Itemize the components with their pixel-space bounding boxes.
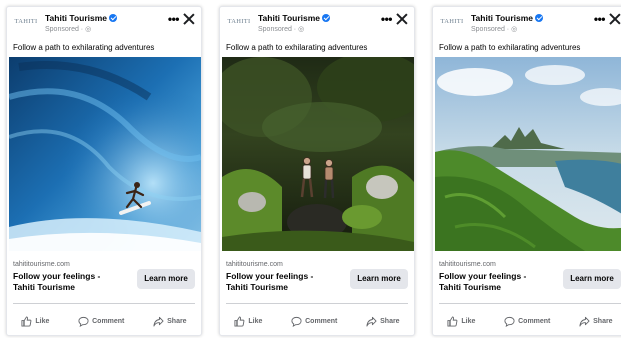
more-options-icon[interactable]: ••• xyxy=(168,12,180,26)
more-options-icon[interactable]: ••• xyxy=(594,12,606,26)
comment-button[interactable]: Comment xyxy=(504,316,550,327)
divider xyxy=(439,303,621,304)
ad-card-peaks: TAHITI Tahiti Tourisme Sponsored · ◎ •••… xyxy=(432,6,621,336)
comment-bubble-icon xyxy=(291,316,302,327)
verified-badge-icon xyxy=(322,14,331,22)
sponsored-label: Sponsored · ◎ xyxy=(471,26,518,33)
comment-button[interactable]: Comment xyxy=(78,316,124,327)
page-name-text[interactable]: Tahiti Tourisme xyxy=(258,13,320,23)
ad-card-wave: TAHITI Tahiti Tourisme Sponsored · ◎ •••… xyxy=(6,6,202,336)
share-arrow-icon xyxy=(153,316,164,327)
link-title[interactable]: Follow your feelings - Tahiti Tourisme xyxy=(439,271,549,293)
page-name-link[interactable]: Tahiti Tourisme xyxy=(471,13,544,23)
like-button[interactable]: Like xyxy=(234,315,263,327)
share-label: Share xyxy=(167,317,187,325)
link-domain: tahititourisme.com xyxy=(226,261,283,268)
learn-more-button[interactable]: Learn more xyxy=(563,269,621,289)
ad-header: TAHITI Tahiti Tourisme Sponsored · ◎ ••• xyxy=(433,7,621,39)
ad-header: TAHITI Tahiti Tourisme Sponsored · ◎ ••• xyxy=(220,7,414,39)
page-logo[interactable]: TAHITI xyxy=(438,15,466,29)
page-name-link[interactable]: Tahiti Tourisme xyxy=(258,13,331,23)
page-name-text[interactable]: Tahiti Tourisme xyxy=(471,13,533,23)
share-arrow-icon xyxy=(579,316,590,327)
comment-bubble-icon xyxy=(78,316,89,327)
share-label: Share xyxy=(593,317,613,325)
ad-image-green-peaks[interactable] xyxy=(435,57,621,251)
like-label: Like xyxy=(248,317,263,325)
action-bar: Like Comment Share xyxy=(220,310,414,332)
share-arrow-icon xyxy=(366,316,377,327)
more-options-icon[interactable]: ••• xyxy=(381,12,393,26)
page-logo[interactable]: TAHITI xyxy=(225,15,253,29)
ad-card-jungle: TAHITI Tahiti Tourisme Sponsored · ◎ •••… xyxy=(219,6,415,336)
globe-icon: ◎ xyxy=(298,26,305,33)
page-logo[interactable]: TAHITI xyxy=(12,15,40,29)
close-icon[interactable] xyxy=(183,13,195,25)
globe-icon: ◎ xyxy=(511,26,518,33)
action-bar: Like Comment Share xyxy=(433,310,621,332)
share-button[interactable]: Share xyxy=(579,316,613,327)
globe-icon: ◎ xyxy=(85,26,92,33)
like-button[interactable]: Like xyxy=(447,315,476,327)
close-icon[interactable] xyxy=(396,13,408,25)
comment-button[interactable]: Comment xyxy=(291,316,337,327)
like-label: Like xyxy=(35,317,50,325)
learn-more-button[interactable]: Learn more xyxy=(137,269,195,289)
link-title[interactable]: Follow your feelings - Tahiti Tourisme xyxy=(13,271,123,293)
comment-label: Comment xyxy=(518,317,551,325)
share-button[interactable]: Share xyxy=(366,316,400,327)
ad-image-surfer-wave[interactable] xyxy=(9,57,201,251)
share-label: Share xyxy=(380,317,400,325)
like-label: Like xyxy=(461,317,476,325)
sponsored-label: Sponsored · ◎ xyxy=(258,26,305,33)
share-button[interactable]: Share xyxy=(153,316,187,327)
divider xyxy=(226,303,408,304)
link-domain: tahititourisme.com xyxy=(439,261,496,268)
comment-bubble-icon xyxy=(504,316,515,327)
ad-headline: Follow a path to exhilarating adventures xyxy=(13,43,155,52)
action-bar: Like Comment Share xyxy=(7,310,201,332)
thumbs-up-icon xyxy=(234,315,245,327)
ad-headline: Follow a path to exhilarating adventures xyxy=(226,43,368,52)
sponsored-label: Sponsored · ◎ xyxy=(45,26,92,33)
ad-headline: Follow a path to exhilarating adventures xyxy=(439,43,581,52)
close-icon[interactable] xyxy=(609,13,621,25)
page-name-text[interactable]: Tahiti Tourisme xyxy=(45,13,107,23)
verified-badge-icon xyxy=(535,14,544,22)
comment-label: Comment xyxy=(92,317,125,325)
link-domain: tahititourisme.com xyxy=(13,261,70,268)
comment-label: Comment xyxy=(305,317,338,325)
verified-badge-icon xyxy=(109,14,118,22)
link-title[interactable]: Follow your feelings - Tahiti Tourisme xyxy=(226,271,336,293)
ad-image-jungle-hikers[interactable] xyxy=(222,57,414,251)
page-name-link[interactable]: Tahiti Tourisme xyxy=(45,13,118,23)
like-button[interactable]: Like xyxy=(21,315,50,327)
thumbs-up-icon xyxy=(21,315,32,327)
divider xyxy=(13,303,195,304)
thumbs-up-icon xyxy=(447,315,458,327)
learn-more-button[interactable]: Learn more xyxy=(350,269,408,289)
ad-header: TAHITI Tahiti Tourisme Sponsored · ◎ ••• xyxy=(7,7,201,39)
